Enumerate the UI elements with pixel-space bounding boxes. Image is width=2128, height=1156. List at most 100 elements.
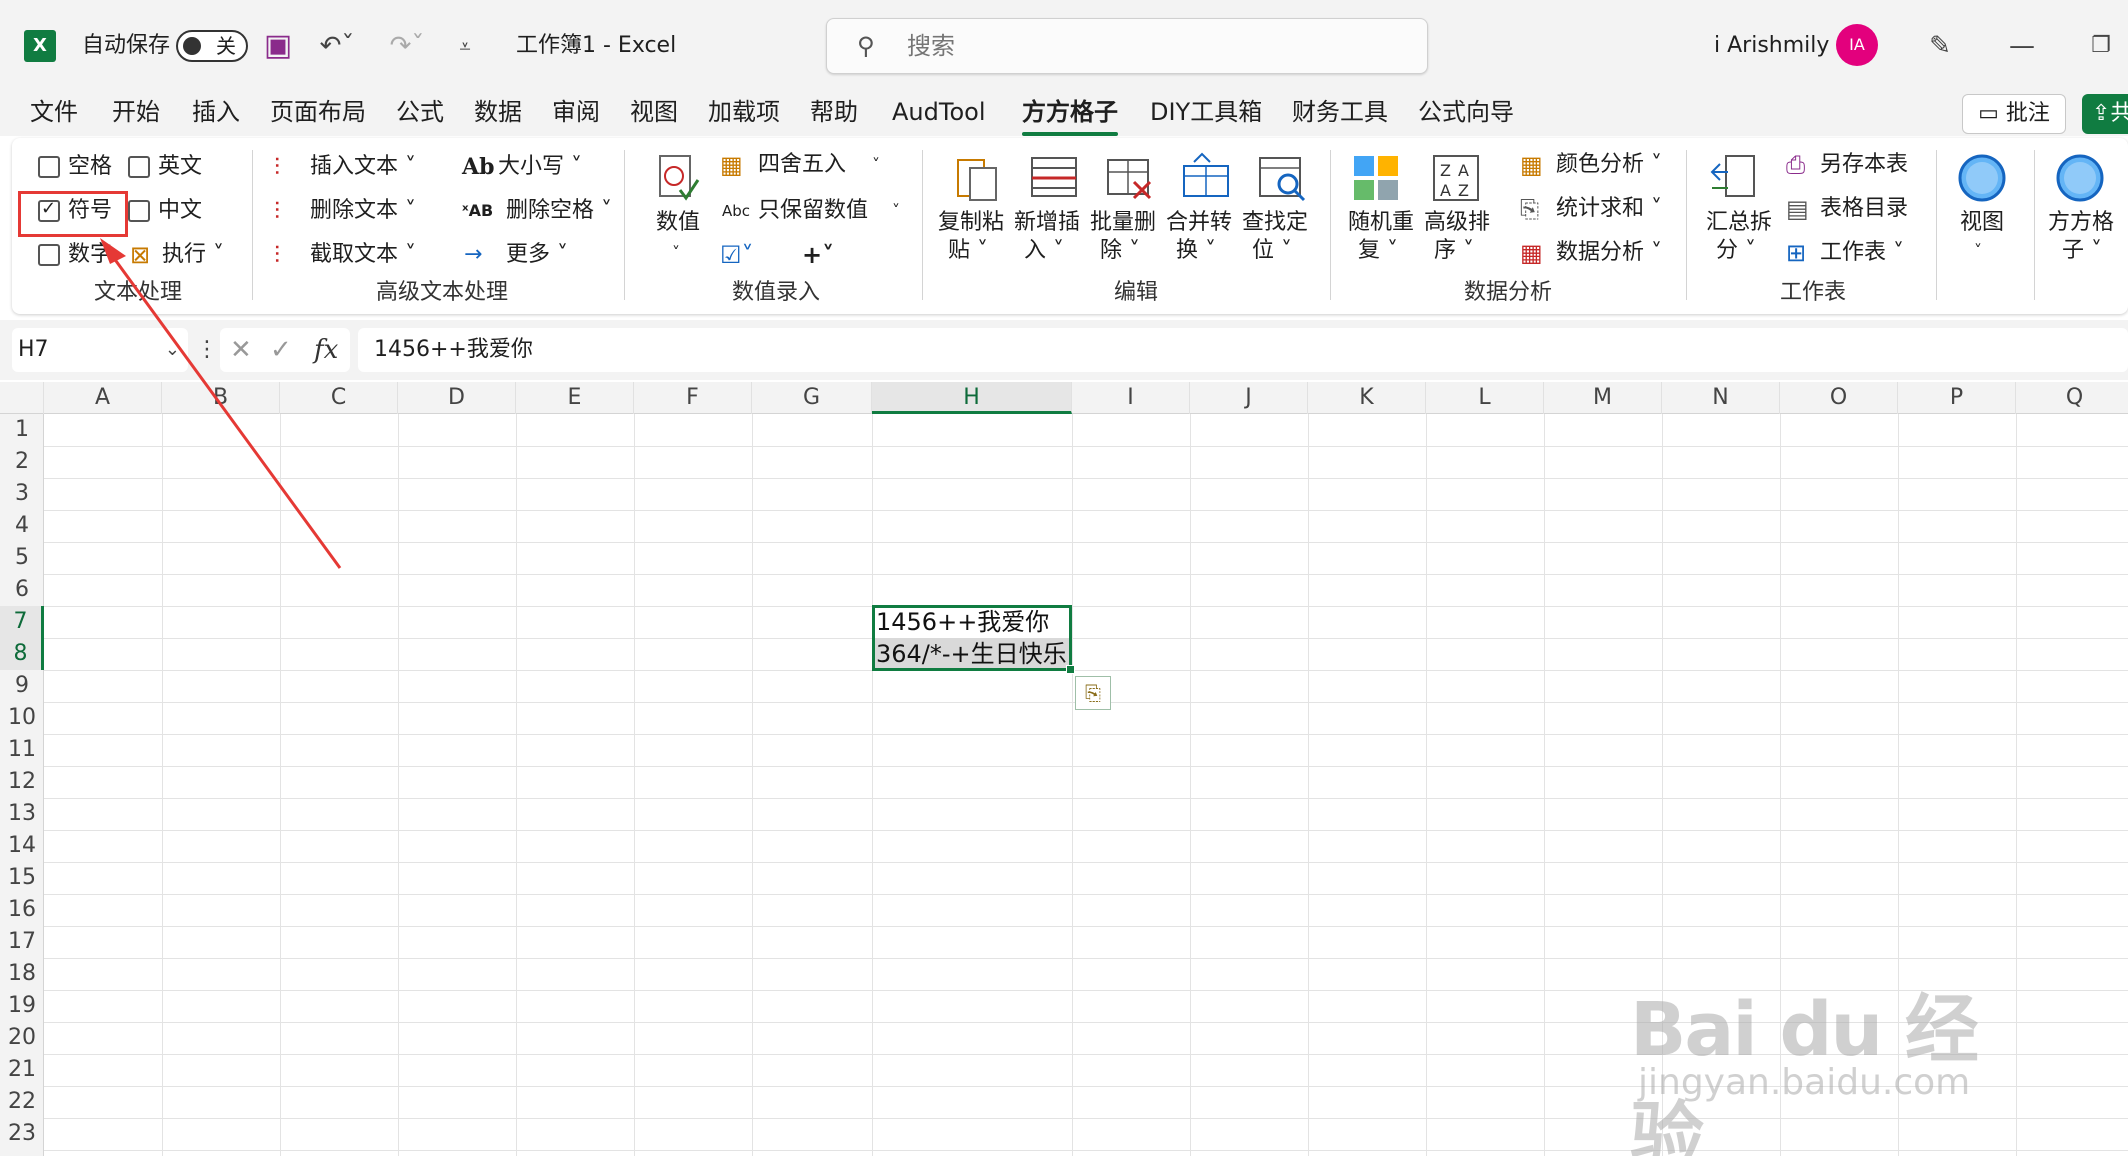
row-header[interactable]: 19 — [0, 990, 44, 1022]
row-header[interactable]: 8 — [0, 638, 44, 670]
tab-formula-wizard[interactable]: 公式向导 — [1418, 94, 1514, 130]
cancel-icon[interactable]: ✕ — [230, 328, 252, 372]
tab-addins[interactable]: 加载项 — [708, 94, 780, 130]
column-header-j[interactable]: J — [1190, 382, 1308, 414]
column-header-c[interactable]: C — [280, 382, 398, 414]
new-insert-line2-wrap[interactable]: 入 ˅ — [1024, 236, 1064, 266]
tab-review[interactable]: 审阅 — [552, 94, 600, 130]
confirm-icon[interactable]: ✓ — [270, 328, 292, 372]
merge-convert-line2-wrap[interactable]: 换 ˅ — [1176, 236, 1216, 266]
avatar[interactable]: IA — [1836, 24, 1878, 66]
column-header-h[interactable]: H — [872, 382, 1072, 414]
stats-sum-button[interactable]: 统计求和 ˅ — [1556, 194, 1662, 224]
column-header-k[interactable]: K — [1308, 382, 1426, 414]
restore-icon[interactable]: ❐ — [2086, 30, 2116, 62]
column-header-q[interactable]: Q — [2016, 382, 2128, 414]
merge-convert-button[interactable]: 合并转 — [1166, 208, 1232, 238]
row-header[interactable]: 18 — [0, 958, 44, 990]
column-header-p[interactable]: P — [1898, 382, 2016, 414]
autosave-toggle[interactable]: 关 — [176, 30, 248, 62]
formula-input[interactable]: 1456++我爱你 — [358, 328, 2128, 372]
row-header[interactable]: 5 — [0, 542, 44, 574]
keep-value-button[interactable]: 只保留数值 — [758, 196, 868, 226]
row-header[interactable]: 22 — [0, 1086, 44, 1118]
find-locate-button[interactable]: 查找定 — [1242, 208, 1308, 238]
fx-icon[interactable]: fx — [314, 328, 338, 372]
chinese-checkbox[interactable] — [128, 200, 150, 222]
ffgz-button[interactable]: 方方格 — [2048, 208, 2114, 238]
tab-insert[interactable]: 插入 — [192, 94, 240, 130]
execute-button[interactable]: 执行 ˅ — [162, 240, 224, 270]
name-box[interactable]: H7 ⌄ — [12, 328, 188, 372]
advanced-sort-line2-wrap[interactable]: 序 ˅ — [1434, 236, 1474, 266]
tab-diy-toolbox[interactable]: DIY工具箱 — [1150, 94, 1262, 130]
undo-icon[interactable]: ↶ˇ — [312, 30, 362, 62]
save-sheet-button[interactable]: 另存本表 — [1820, 150, 1908, 180]
search-input[interactable] — [907, 29, 1387, 63]
column-header-a[interactable]: A — [44, 382, 162, 414]
row-header[interactable]: 20 — [0, 1022, 44, 1054]
tab-view[interactable]: 视图 — [630, 94, 678, 130]
column-header-o[interactable]: O — [1780, 382, 1898, 414]
sheet-index-button[interactable]: 表格目录 — [1820, 194, 1908, 224]
tab-formulas[interactable]: 公式 — [396, 94, 444, 130]
random-repeat-button[interactable]: 随机重 — [1348, 208, 1414, 238]
share-button[interactable]: ⇪共 — [2082, 94, 2128, 134]
row-header[interactable]: 13 — [0, 798, 44, 830]
column-header-b[interactable]: B — [162, 382, 280, 414]
insert-text-button[interactable]: 插入文本 ˅ — [310, 152, 416, 182]
quick-analysis-icon[interactable]: ⎘ — [1075, 676, 1111, 710]
redo-icon[interactable]: ↷ˇ — [382, 30, 432, 62]
case-button[interactable]: 大小写 ˅ — [498, 152, 582, 182]
space-checkbox[interactable] — [38, 156, 60, 178]
extract-text-button[interactable]: 截取文本 ˅ — [310, 240, 416, 270]
new-insert-button[interactable]: 新增插 — [1014, 208, 1080, 238]
row-header[interactable]: 23 — [0, 1118, 44, 1150]
row-header[interactable]: 14 — [0, 830, 44, 862]
view-button[interactable]: 视图 — [1960, 208, 2004, 238]
tab-page-layout[interactable]: 页面布局 — [270, 94, 366, 130]
english-checkbox[interactable] — [128, 156, 150, 178]
row-header[interactable]: 15 — [0, 862, 44, 894]
tab-file[interactable]: 文件 — [30, 94, 78, 130]
tab-finance-tools[interactable]: 财务工具 — [1292, 94, 1388, 130]
tab-ffgz[interactable]: 方方格子 — [1022, 94, 1118, 136]
copy-paste-line2-wrap[interactable]: 贴 ˅ — [948, 236, 988, 266]
column-header-n[interactable]: N — [1662, 382, 1780, 414]
row-header[interactable]: 21 — [0, 1054, 44, 1086]
data-analysis-button[interactable]: 数据分析 ˅ — [1556, 238, 1662, 268]
row-header[interactable]: 9 — [0, 670, 44, 702]
random-repeat-line2-wrap[interactable]: 复 ˅ — [1358, 236, 1398, 266]
row-header[interactable]: 7 — [0, 606, 44, 638]
row-header[interactable]: 3 — [0, 478, 44, 510]
numeric-dropdown-icon[interactable]: ˅ — [672, 238, 680, 268]
save-icon[interactable]: ▣ — [262, 30, 294, 62]
summary-split-button[interactable]: 汇总拆 — [1706, 208, 1772, 238]
summary-split-line2-wrap[interactable]: 分 ˅ — [1716, 236, 1756, 266]
row-header[interactable]: 12 — [0, 766, 44, 798]
fill-handle[interactable] — [1066, 665, 1075, 674]
column-header-d[interactable]: D — [398, 382, 516, 414]
delete-space-button[interactable]: 删除空格 ˅ — [506, 196, 612, 226]
search-box[interactable]: ⚲ — [826, 18, 1428, 74]
select-all-corner[interactable] — [0, 382, 44, 414]
customize-toolbar-icon[interactable]: ⩡ — [452, 30, 478, 62]
batch-delete-button[interactable]: 批量删 — [1090, 208, 1156, 238]
more-button[interactable]: 更多 ˅ — [506, 240, 568, 270]
color-analysis-button[interactable]: 颜色分析 ˅ — [1556, 150, 1662, 180]
pen-icon[interactable]: ✎ — [1920, 30, 1960, 62]
column-header-l[interactable]: L — [1426, 382, 1544, 414]
user-name[interactable]: i Arishmily — [1714, 30, 1829, 62]
numeric-button[interactable]: 数值 — [656, 208, 700, 238]
tab-data[interactable]: 数据 — [474, 94, 522, 130]
tab-help[interactable]: 帮助 — [810, 94, 858, 130]
comment-button[interactable]: ▭ 批注 — [1962, 94, 2066, 134]
copy-paste-button[interactable]: 复制粘 — [938, 208, 1004, 238]
row-header[interactable]: 2 — [0, 446, 44, 478]
round-dropdown-icon[interactable]: ˅ — [872, 150, 880, 180]
row-header[interactable]: 4 — [0, 510, 44, 542]
edit-grid-icon[interactable]: ☑˅ — [720, 240, 754, 270]
delete-text-button[interactable]: 删除文本 ˅ — [310, 196, 416, 226]
plus-icon[interactable]: +˅ — [802, 240, 834, 270]
keep-value-dropdown-icon[interactable]: ˅ — [892, 196, 900, 226]
